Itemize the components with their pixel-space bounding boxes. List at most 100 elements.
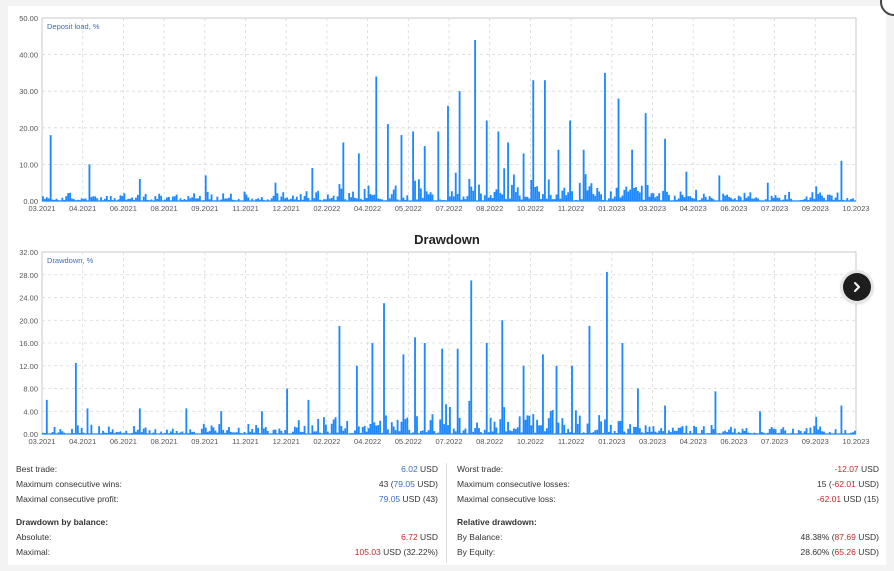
data-bar: [261, 411, 263, 434]
next-slide-button[interactable]: [843, 273, 871, 301]
data-bar: [693, 425, 696, 434]
data-bar: [111, 429, 114, 434]
data-bar: [443, 424, 446, 434]
data-bar: [202, 423, 205, 434]
data-bar: [652, 426, 655, 434]
data-bar: [107, 426, 110, 434]
data-bar: [507, 421, 509, 434]
data-bar: [59, 429, 62, 434]
data-bar: [386, 429, 389, 434]
data-bar: [671, 427, 674, 434]
data-bar: [383, 303, 385, 434]
x-tick-label: 11.2022: [558, 437, 585, 446]
maximal-label: Maximal:: [16, 547, 51, 557]
max-consec-loss-label: Maximal consecutive loss:: [457, 494, 556, 504]
data-bar: [441, 348, 444, 434]
data-bar: [685, 425, 688, 434]
x-tick-label: 06.2023: [720, 437, 747, 446]
data-bar: [323, 417, 325, 434]
x-tick-label: 02.2022: [313, 437, 340, 446]
data-bar: [255, 425, 258, 434]
by-balance-pct: 48.38%: [800, 532, 830, 542]
data-bar: [204, 427, 207, 434]
y-tick-label: 16.00: [19, 339, 38, 348]
data-bar: [423, 343, 426, 434]
data-bar: [375, 425, 378, 434]
max-consec-profit-row: Maximal consecutive profit: 79.05 USD (4…: [16, 492, 438, 507]
max-consec-wins-label: Maximum consecutive wins:: [16, 479, 122, 489]
data-bar: [330, 423, 333, 434]
x-tick-label: 10.2022: [517, 437, 544, 446]
data-bar: [222, 429, 225, 434]
data-bar: [474, 428, 477, 434]
data-bar: [408, 429, 411, 434]
data-bar: [311, 425, 314, 434]
x-tick-label: 07.2022: [435, 437, 462, 446]
data-bar: [621, 343, 624, 434]
x-tick-label: 08.2021: [151, 437, 178, 446]
data-bar: [385, 415, 387, 434]
maximal-value: 105.03: [354, 547, 381, 557]
max-consec-loss-value: -62.01: [817, 494, 842, 504]
x-tick-label: 06.2021: [110, 437, 137, 446]
data-bar: [745, 428, 748, 434]
data-bar: [549, 411, 552, 434]
data-bar: [714, 391, 717, 434]
x-tick-label: 03.2021: [28, 437, 55, 446]
data-bar: [286, 388, 289, 434]
data-bar: [445, 404, 447, 434]
data-bar: [404, 419, 407, 434]
data-bar: [136, 429, 139, 434]
data-bar: [501, 320, 504, 434]
data-bar: [563, 424, 566, 434]
max-consec-losses-label: Maximum consecutive losses:: [457, 479, 570, 489]
data-bar: [557, 422, 560, 434]
data-bar: [363, 425, 366, 434]
data-bar: [332, 419, 335, 434]
data-bar: [483, 429, 486, 434]
x-tick-label: 12.2021: [273, 437, 300, 446]
data-bar: [396, 419, 399, 434]
data-bar: [247, 424, 250, 434]
data-bar: [379, 420, 382, 434]
data-bar: [377, 425, 380, 434]
by-equity-pct: 28.60%: [800, 547, 830, 557]
data-bar: [431, 414, 434, 434]
by-equity-unit: USD: [858, 547, 877, 557]
data-bar: [470, 280, 473, 434]
data-bar: [334, 417, 337, 434]
x-tick-label: 10.2023: [842, 437, 869, 446]
x-tick-label: 04.2023: [680, 437, 707, 446]
data-bar: [516, 427, 519, 434]
x-tick-label: 09.2023: [802, 437, 829, 446]
data-bar: [371, 343, 374, 434]
data-bar: [274, 429, 277, 434]
x-tick-label: 11.2021: [232, 437, 259, 446]
data-bar: [545, 428, 548, 434]
data-bar: [154, 429, 157, 434]
data-bar: [574, 410, 577, 434]
max-consec-losses-unit: USD: [858, 479, 877, 489]
worst-trade-unit: USD: [861, 464, 879, 474]
data-bar: [220, 411, 223, 434]
data-bar: [278, 428, 281, 434]
data-bar: [493, 421, 496, 434]
data-bar: [392, 426, 395, 434]
data-bar: [637, 388, 639, 434]
data-bar: [189, 429, 192, 434]
data-bar: [464, 428, 467, 434]
data-bar: [728, 429, 730, 434]
data-bar: [605, 271, 608, 434]
data-bar: [257, 427, 259, 434]
data-bar: [530, 425, 533, 434]
chevron-right-icon: [854, 282, 860, 292]
data-bar: [468, 400, 471, 434]
data-bar: [166, 429, 168, 434]
data-bar: [185, 408, 188, 434]
data-bar: [609, 424, 612, 434]
data-bar: [272, 429, 275, 434]
data-bar: [439, 419, 442, 434]
data-bar: [702, 426, 705, 434]
data-bar: [619, 420, 622, 434]
data-bar: [346, 421, 349, 434]
